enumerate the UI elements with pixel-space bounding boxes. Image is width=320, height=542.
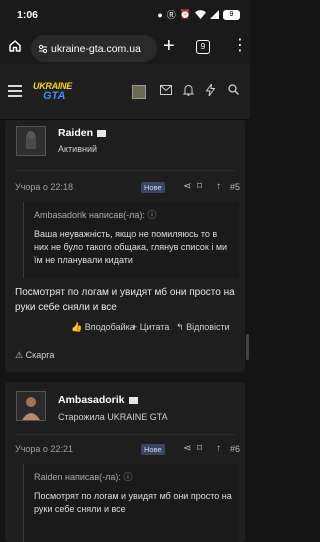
site-header: UKRAINE GTA bbox=[0, 64, 250, 120]
share-icon[interactable]: ⋖ bbox=[183, 181, 191, 192]
home-icon[interactable] bbox=[8, 39, 22, 53]
tab-switcher-button[interactable]: 9 bbox=[196, 40, 210, 54]
author-name[interactable]: Ambasadorik bbox=[58, 394, 138, 406]
quote-author: Ambasadorik написав(-ла): bbox=[34, 210, 145, 220]
avatar[interactable] bbox=[16, 126, 46, 156]
thumb-up-icon: 👍 bbox=[71, 322, 83, 332]
status-time: 1:06 bbox=[17, 9, 39, 21]
author-role: Активний bbox=[58, 144, 97, 154]
battery-icon: 9 bbox=[223, 9, 240, 20]
bell-icon[interactable] bbox=[182, 84, 195, 99]
report-label: Скарга bbox=[25, 350, 55, 360]
arrow-up-icon[interactable]: ↑ bbox=[216, 181, 221, 192]
divider bbox=[15, 434, 235, 435]
divider bbox=[15, 170, 235, 171]
quote-header[interactable]: Raiden написав(-ла): ⓘ bbox=[34, 470, 132, 483]
quote-block: Raiden написав(-ла): ⓘ Посмотрят по лога… bbox=[23, 464, 239, 542]
quote-label: Цитата bbox=[139, 322, 170, 332]
like-label: Вподобайка bbox=[84, 322, 135, 332]
post-time[interactable]: Учора о 22:18 bbox=[15, 182, 73, 192]
reply-icon: ↰ bbox=[176, 322, 184, 332]
reply-label: Відповісти bbox=[186, 322, 230, 332]
like-button[interactable]: 👍 Вподобайка bbox=[71, 322, 135, 333]
post-time[interactable]: Учора о 22:21 bbox=[15, 444, 73, 454]
search-icon[interactable] bbox=[228, 84, 239, 98]
quote-body: Ваша неуважність, якщо не помиляюсь то в… bbox=[34, 229, 228, 265]
report-button[interactable]: ⚠ Скарга bbox=[15, 350, 54, 361]
lightning-icon[interactable] bbox=[205, 82, 216, 99]
author-name-text: Ambasadorik bbox=[58, 394, 125, 406]
browser-toolbar: ukraine-gta.com.ua + 9 ⋮ bbox=[0, 32, 250, 64]
signal-icon bbox=[210, 10, 219, 19]
quote-block: Ambasadorik написав(-ла): ⓘ Ваша неуважн… bbox=[23, 202, 239, 278]
post-number[interactable]: #6 bbox=[230, 444, 240, 454]
arrow-up-icon[interactable]: ↑ bbox=[216, 443, 221, 454]
dot-icon: ● bbox=[157, 9, 163, 20]
new-badge: Нове bbox=[141, 182, 165, 193]
logo-text-bottom: GTA bbox=[43, 90, 66, 102]
plus-icon: + bbox=[132, 322, 138, 332]
site-logo[interactable]: UKRAINE GTA bbox=[33, 82, 73, 104]
post-message: Посмотрят по логам и увидят мб они прост… bbox=[15, 287, 235, 313]
post-number[interactable]: #5 bbox=[230, 182, 240, 192]
post-meta: Учора о 22:18 Нове ⋖ ⌑ ↑ #5 bbox=[15, 181, 240, 196]
post: Raiden Активний Учора о 22:18 Нове ⋖ ⌑ ↑… bbox=[5, 120, 245, 372]
verified-icon bbox=[97, 129, 107, 137]
quote-button[interactable]: + Цитата bbox=[132, 322, 169, 332]
author-name[interactable]: Raiden bbox=[58, 127, 107, 139]
new-tab-button[interactable]: + bbox=[163, 36, 175, 56]
arrow-up-circle-icon[interactable]: ⓘ bbox=[147, 210, 156, 220]
arrow-up-circle-icon[interactable]: ⓘ bbox=[123, 472, 132, 482]
reply-button[interactable]: ↰ Відповісти bbox=[176, 322, 230, 333]
post-actions: 👍 Вподобайка + Цитата ↰ Відповісти bbox=[5, 322, 245, 336]
hamburger-menu-icon[interactable] bbox=[8, 85, 22, 97]
share-icon[interactable]: ⋖ bbox=[183, 443, 191, 454]
status-bar: 1:06 ● Ⓡ ⏰ 9 bbox=[0, 0, 250, 32]
author-role: Старожила UKRAINE GTA bbox=[58, 412, 168, 422]
thread-page: Raiden Активний Учора о 22:18 Нове ⋖ ⌑ ↑… bbox=[0, 120, 250, 542]
quote-body: Посмотрят по логам и увидят мб они прост… bbox=[34, 491, 232, 514]
post-author-block: Ambasadorik Старожила UKRAINE GTA bbox=[5, 382, 245, 434]
quote-header[interactable]: Ambasadorik написав(-ла): ⓘ bbox=[34, 208, 156, 221]
alarm-icon: ⏰ bbox=[179, 9, 191, 19]
mail-icon[interactable] bbox=[160, 84, 172, 98]
author-name-text: Raiden bbox=[58, 127, 94, 139]
status-icons: ● Ⓡ ⏰ 9 bbox=[157, 8, 240, 21]
verified-icon bbox=[128, 396, 138, 404]
quote-author: Raiden написав(-ла): bbox=[34, 472, 121, 482]
post-meta: Учора о 22:21 Нове ⋖ ⌑ ↑ #6 bbox=[15, 443, 240, 458]
post: Ambasadorik Старожила UKRAINE GTA Учора … bbox=[5, 382, 245, 542]
bookmark-icon[interactable]: ⌑ bbox=[197, 181, 202, 192]
user-avatar[interactable] bbox=[132, 85, 146, 99]
site-settings-icon[interactable] bbox=[38, 44, 48, 54]
wifi-icon bbox=[195, 10, 206, 19]
scrollbar[interactable] bbox=[246, 334, 249, 360]
new-badge: Нове bbox=[141, 444, 165, 455]
bookmark-icon[interactable]: ⌑ bbox=[197, 443, 202, 454]
url-text: ukraine-gta.com.ua bbox=[51, 42, 141, 55]
more-menu-icon[interactable]: ⋮ bbox=[232, 38, 248, 54]
address-bar[interactable]: ukraine-gta.com.ua bbox=[31, 35, 157, 62]
warning-icon: ⚠ bbox=[15, 350, 24, 360]
r-icon: Ⓡ bbox=[166, 10, 176, 20]
post-author-block: Raiden Активний bbox=[5, 120, 245, 172]
avatar[interactable] bbox=[16, 391, 46, 421]
